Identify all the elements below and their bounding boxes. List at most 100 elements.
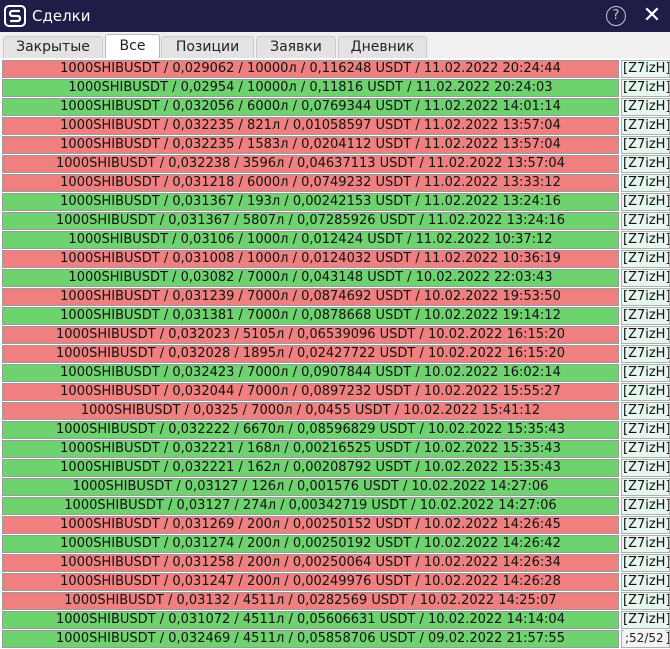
deal-text: 1000SHIBUSDT / 0,031381 / 7000л / 0,0878…: [2, 307, 619, 325]
deal-text: 1000SHIBUSDT / 0,032235 / 821л / 0,01058…: [2, 117, 619, 135]
table-row[interactable]: 1000SHIBUSDT / 0,032235 / 821л / 0,01058…: [0, 117, 670, 135]
table-row[interactable]: 1000SHIBUSDT / 0,03132 / 4511л / 0,02825…: [0, 592, 670, 610]
deal-tag: [Z7izH]: [621, 345, 670, 363]
tab-orders[interactable]: Заявки: [256, 36, 336, 58]
table-row[interactable]: 1000SHIBUSDT / 0,032056 / 6000л / 0,0769…: [0, 98, 670, 116]
deal-tag: [Z7izH]: [621, 459, 670, 477]
table-row[interactable]: 1000SHIBUSDT / 0,03106 / 1000л / 0,01242…: [0, 231, 670, 249]
deal-text: 1000SHIBUSDT / 0,032221 / 168л / 0,00216…: [2, 440, 619, 458]
deal-tag: [Z7izH]: [621, 288, 670, 306]
table-row[interactable]: 1000SHIBUSDT / 0,029062 / 10000л / 0,116…: [0, 60, 670, 78]
deal-tag: [Z7izH]: [621, 60, 670, 78]
title-bar: Сделки ? ✕: [0, 0, 670, 32]
deal-tag: [Z7izH]: [621, 193, 670, 211]
deal-tag: [Z7izH]: [621, 592, 670, 610]
deal-tag: [Z7izH]: [621, 478, 670, 496]
deal-text: 1000SHIBUSDT / 0,031274 / 200л / 0,00250…: [2, 535, 619, 553]
deal-tag: [Z7izH]: [621, 174, 670, 192]
deal-text: 1000SHIBUSDT / 0,031247 / 200л / 0,00249…: [2, 573, 619, 591]
tab-all[interactable]: Все: [105, 34, 160, 58]
table-row[interactable]: 1000SHIBUSDT / 0,032238 / 3596л / 0,0463…: [0, 155, 670, 173]
deal-tag: [Z7izH]: [621, 117, 670, 135]
tab-positions[interactable]: Позиции: [161, 36, 254, 58]
deal-text: 1000SHIBUSDT / 0,032044 / 7000л / 0,0897…: [2, 383, 619, 401]
deal-text: 1000SHIBUSDT / 0,032238 / 3596л / 0,0463…: [2, 155, 619, 173]
deal-tag: [Z7izH]: [621, 136, 670, 154]
deal-tag: [Z7izH]: [621, 212, 670, 230]
deals-list[interactable]: 1000SHIBUSDT / 0,029062 / 10000л / 0,116…: [0, 58, 670, 649]
table-row[interactable]: 1000SHIBUSDT / 0,032023 / 5105л / 0,0653…: [0, 326, 670, 344]
deal-tag: [Z7izH]: [621, 269, 670, 287]
table-row[interactable]: 1000SHIBUSDT / 0,032028 / 1895л / 0,0242…: [0, 345, 670, 363]
table-row[interactable]: 1000SHIBUSDT / 0,032221 / 168л / 0,00216…: [0, 440, 670, 458]
table-row[interactable]: 1000SHIBUSDT / 0,03127 / 274л / 0,003427…: [0, 497, 670, 515]
deal-text: 1000SHIBUSDT / 0,031367 / 193л / 0,00242…: [2, 193, 619, 211]
tab-bar: Закрытые Все Позиции Заявки Дневник: [0, 32, 670, 58]
deal-tag: [Z7izH]: [621, 611, 670, 629]
help-icon[interactable]: ?: [606, 6, 626, 26]
table-row[interactable]: 1000SHIBUSDT / 0,031274 / 200л / 0,00250…: [0, 535, 670, 553]
table-row[interactable]: 1000SHIBUSDT / 0,032044 / 7000л / 0,0897…: [0, 383, 670, 401]
deal-tag: [Z7izH]: [621, 402, 670, 420]
deal-tag: [Z7izH]: [621, 79, 670, 97]
deal-text: 1000SHIBUSDT / 0,031072 / 4511л / 0,0560…: [2, 611, 619, 629]
table-row[interactable]: 1000SHIBUSDT / 0,031367 / 193л / 0,00242…: [0, 193, 670, 211]
deal-text: 1000SHIBUSDT / 0,03132 / 4511л / 0,02825…: [2, 592, 619, 610]
table-row[interactable]: 1000SHIBUSDT / 0,032235 / 1583л / 0,0204…: [0, 136, 670, 154]
table-row[interactable]: 1000SHIBUSDT / 0,032423 / 7000л / 0,0907…: [0, 364, 670, 382]
app-logo-icon: [4, 5, 26, 27]
table-row[interactable]: 1000SHIBUSDT / 0,031367 / 5807л / 0,0728…: [0, 212, 670, 230]
deal-text: 1000SHIBUSDT / 0,03082 / 7000л / 0,04314…: [2, 269, 619, 287]
window-title: Сделки: [32, 7, 91, 25]
table-row[interactable]: 1000SHIBUSDT / 0,031218 / 6000л / 0,0749…: [0, 174, 670, 192]
deal-text: 1000SHIBUSDT / 0,032023 / 5105л / 0,0653…: [2, 326, 619, 344]
deal-text: 1000SHIBUSDT / 0,03127 / 126л / 0,001576…: [2, 478, 619, 496]
deal-tag: [Z7izH]: [621, 364, 670, 382]
table-row[interactable]: 1000SHIBUSDT / 0,031239 / 7000л / 0,0874…: [0, 288, 670, 306]
deal-text: 1000SHIBUSDT / 0,03106 / 1000л / 0,01242…: [2, 231, 619, 249]
table-row[interactable]: 1000SHIBUSDT / 0,031258 / 200л / 0,00250…: [0, 554, 670, 572]
deal-text: 1000SHIBUSDT / 0,032056 / 6000л / 0,0769…: [2, 98, 619, 116]
deal-tag: [Z7izH]: [621, 497, 670, 515]
deal-tag: [Z7izH]: [621, 383, 670, 401]
tab-journal[interactable]: Дневник: [338, 36, 427, 58]
deal-text: 1000SHIBUSDT / 0,031239 / 7000л / 0,0874…: [2, 288, 619, 306]
table-row[interactable]: 1000SHIBUSDT / 0,031269 / 200л / 0,00250…: [0, 516, 670, 534]
table-row[interactable]: 1000SHIBUSDT / 0,031072 / 4511л / 0,0560…: [0, 611, 670, 629]
table-row[interactable]: 1000SHIBUSDT / 0,03082 / 7000л / 0,04314…: [0, 269, 670, 287]
deal-text: 1000SHIBUSDT / 0,032469 / 4511л / 0,0585…: [2, 630, 619, 648]
table-row[interactable]: 1000SHIBUSDT / 0,032222 / 6670л / 0,0859…: [0, 421, 670, 439]
table-row[interactable]: 1000SHIBUSDT / 0,032469 / 4511л / 0,0585…: [0, 630, 670, 648]
deal-text: 1000SHIBUSDT / 0,031008 / 1000л / 0,0124…: [2, 250, 619, 268]
deal-text: 1000SHIBUSDT / 0,03127 / 274л / 0,003427…: [2, 497, 619, 515]
deal-tag: [Z7izH]: [621, 250, 670, 268]
table-row[interactable]: 1000SHIBUSDT / 0,03127 / 126л / 0,001576…: [0, 478, 670, 496]
deal-text: 1000SHIBUSDT / 0,0325 / 7000л / 0,0455 U…: [2, 402, 619, 420]
table-row[interactable]: 1000SHIBUSDT / 0,0325 / 7000л / 0,0455 U…: [0, 402, 670, 420]
deal-tag: [Z7izH]: [621, 231, 670, 249]
deal-text: 1000SHIBUSDT / 0,032222 / 6670л / 0,0859…: [2, 421, 619, 439]
close-icon[interactable]: ✕: [641, 3, 663, 29]
deal-tag: [Z7izH]: [621, 98, 670, 116]
deal-text: 1000SHIBUSDT / 0,032235 / 1583л / 0,0204…: [2, 136, 619, 154]
row-counter: ;52/52: [624, 630, 665, 646]
deal-text: 1000SHIBUSDT / 0,02954 / 10000л / 0,1181…: [2, 79, 619, 97]
deal-text: 1000SHIBUSDT / 0,029062 / 10000л / 0,116…: [2, 60, 619, 78]
table-row[interactable]: 1000SHIBUSDT / 0,031247 / 200л / 0,00249…: [0, 573, 670, 591]
deal-tag: [Z7izH]: [621, 554, 670, 572]
deal-text: 1000SHIBUSDT / 0,032028 / 1895л / 0,0242…: [2, 345, 619, 363]
deal-tag: [Z7izH]: [621, 155, 670, 173]
table-row[interactable]: 1000SHIBUSDT / 0,02954 / 10000л / 0,1181…: [0, 79, 670, 97]
deal-tag: [Z7izH]: [621, 535, 670, 553]
deal-text: 1000SHIBUSDT / 0,032423 / 7000л / 0,0907…: [2, 364, 619, 382]
table-row[interactable]: 1000SHIBUSDT / 0,031381 / 7000л / 0,0878…: [0, 307, 670, 325]
deal-text: 1000SHIBUSDT / 0,032221 / 162л / 0,00208…: [2, 459, 619, 477]
table-row[interactable]: 1000SHIBUSDT / 0,032221 / 162л / 0,00208…: [0, 459, 670, 477]
deal-text: 1000SHIBUSDT / 0,031258 / 200л / 0,00250…: [2, 554, 619, 572]
deal-tag: [Z7izH]: [621, 440, 670, 458]
deal-tag: [Z7izH]: [621, 421, 670, 439]
table-row[interactable]: 1000SHIBUSDT / 0,031008 / 1000л / 0,0124…: [0, 250, 670, 268]
deal-text: 1000SHIBUSDT / 0,031367 / 5807л / 0,0728…: [2, 212, 619, 230]
tab-closed[interactable]: Закрытые: [3, 36, 103, 58]
deal-tag: [Z7izH]: [621, 307, 670, 325]
